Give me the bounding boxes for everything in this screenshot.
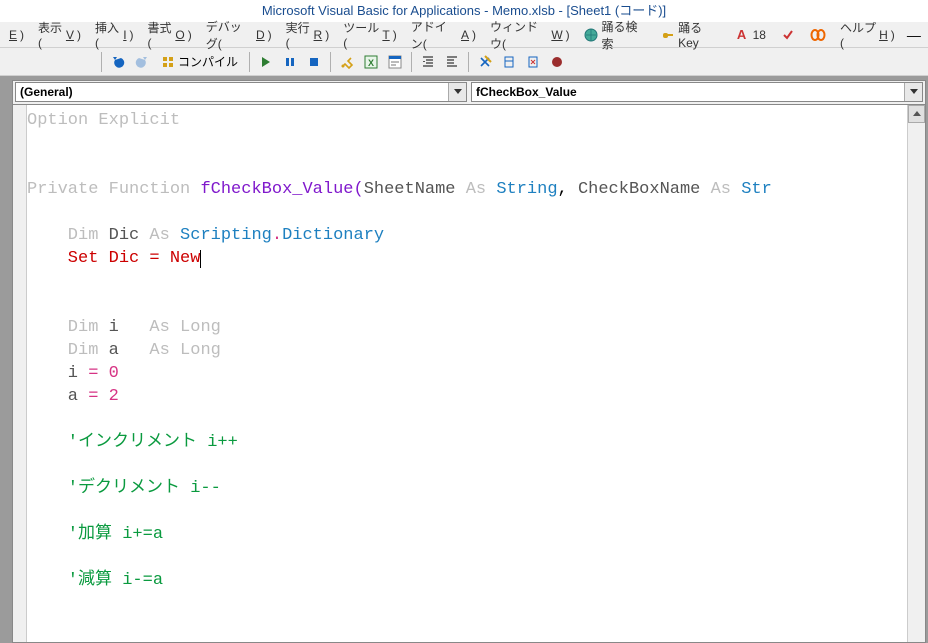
menu-tools[interactable]: ツール(T) [336, 16, 404, 53]
key-icon [660, 27, 675, 43]
globe-icon [584, 27, 599, 43]
undo-button[interactable] [107, 51, 129, 73]
scroll-up-button[interactable] [908, 105, 925, 123]
check-icon [780, 27, 796, 43]
menu-ext-key[interactable]: 踊るKey [653, 16, 726, 53]
code-editor[interactable]: Option Explicit Private Function fCheckB… [27, 105, 907, 642]
menu-ext-search[interactable]: 踊る検索 [577, 15, 654, 55]
design-mode-button[interactable] [336, 51, 358, 73]
pause-button[interactable] [279, 51, 301, 73]
menu-bar: E) 表示(V) 挿入(I) 書式(O) デバッグ(D) 実行(R) ツール(T… [0, 22, 928, 48]
code-container: Option Explicit Private Function fCheckB… [13, 105, 925, 642]
menu-help[interactable]: ヘルプ(H) [833, 16, 902, 53]
chevron-down-icon [904, 83, 922, 101]
compile-icon [161, 55, 175, 69]
redo-button[interactable] [131, 51, 153, 73]
menu-format[interactable]: 書式(O) [141, 16, 199, 53]
stop-button[interactable] [303, 51, 325, 73]
bookmark-clear-button[interactable] [522, 51, 544, 73]
breakpoint-button[interactable] [546, 51, 568, 73]
workspace: (General) fCheckBox_Value Option Explici… [0, 76, 928, 643]
menu-addins[interactable]: アドイン(A) [404, 15, 483, 55]
dropdown-row: (General) fCheckBox_Value [13, 81, 925, 105]
chevron-down-icon [448, 83, 466, 101]
compile-button[interactable]: コンパイル [155, 51, 244, 73]
code-window: (General) fCheckBox_Value Option Explici… [12, 80, 926, 643]
form-button[interactable] [384, 51, 406, 73]
svg-text:X: X [368, 58, 374, 68]
object-dropdown[interactable]: (General) [15, 82, 467, 102]
menu-run[interactable]: 実行(R) [279, 16, 337, 53]
code-gutter [13, 105, 27, 642]
text-cursor [200, 250, 201, 268]
excel-button[interactable]: X [360, 51, 382, 73]
menu-debug[interactable]: デバッグ(D) [199, 15, 279, 55]
run-button[interactable] [255, 51, 277, 73]
menu-view[interactable]: 表示(V) [31, 16, 88, 53]
minimize-button[interactable]: — [902, 27, 926, 43]
vertical-scrollbar[interactable] [907, 105, 925, 642]
menu-ext-link[interactable] [803, 24, 833, 46]
menu-window[interactable]: ウィンドウ(W) [483, 15, 577, 55]
procedure-dropdown[interactable]: fCheckBox_Value [471, 82, 923, 102]
menu-edit-partial[interactable]: E) [2, 25, 31, 45]
font-icon: A [734, 27, 750, 43]
menu-ext-check[interactable] [773, 24, 803, 46]
bookmark-button[interactable] [498, 51, 520, 73]
clear-button[interactable] [474, 51, 496, 73]
indent-button[interactable] [417, 51, 439, 73]
menu-insert[interactable]: 挿入(I) [88, 16, 141, 53]
link-icon [810, 27, 826, 43]
menu-ext-font[interactable]: A 18 [727, 24, 773, 46]
outdent-button[interactable] [441, 51, 463, 73]
